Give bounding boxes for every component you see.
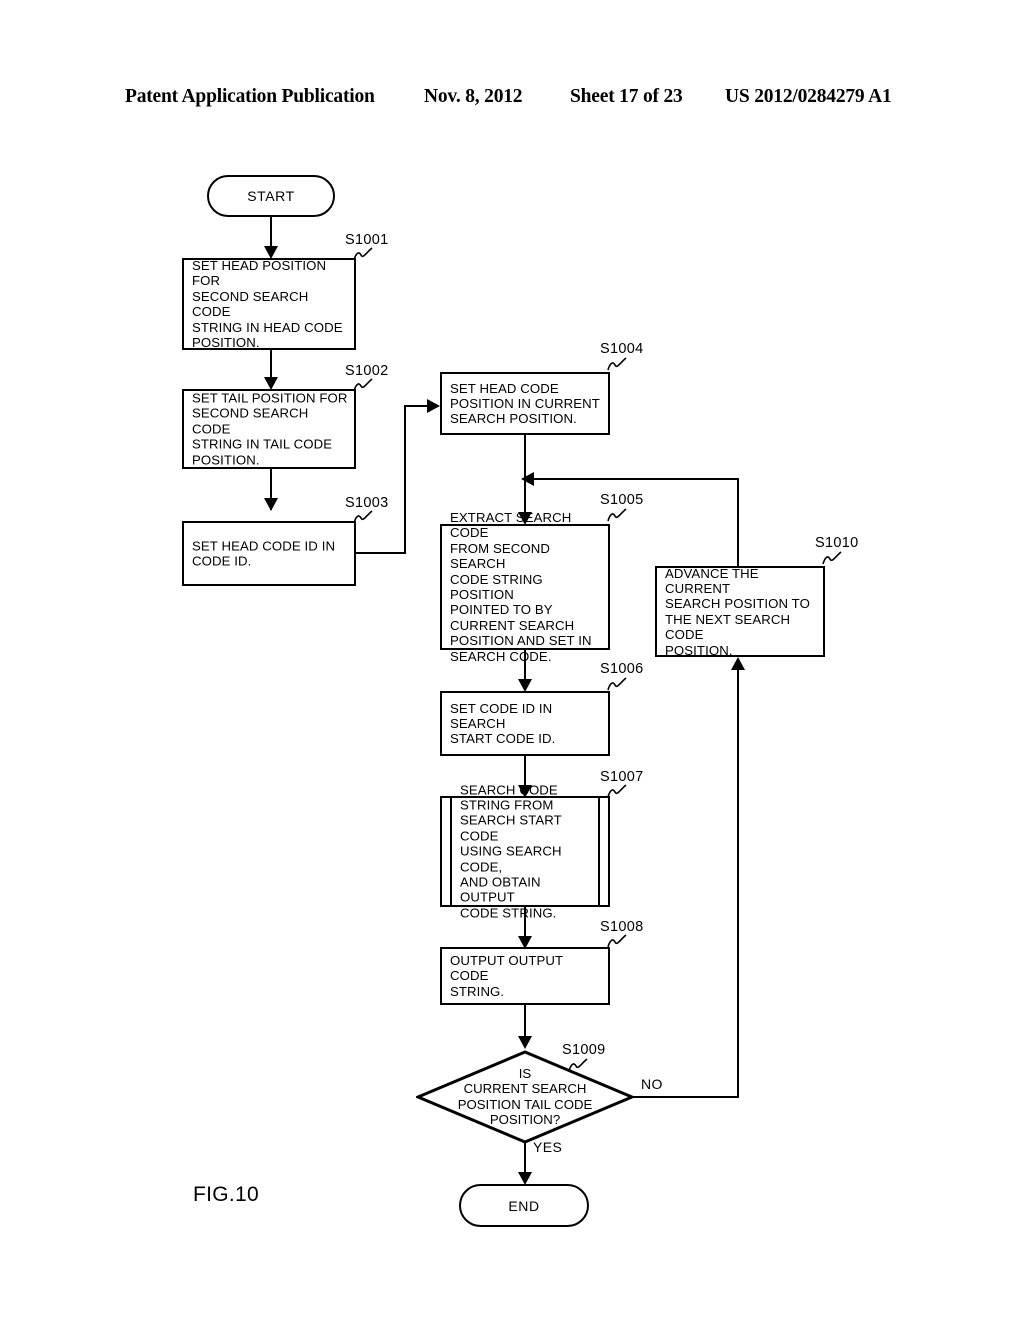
flow-step-s1004-text: SET HEAD CODE POSITION IN CURRENT SEARCH… [450,380,600,427]
flow-step-s1009-decision: IS CURRENT SEARCH POSITION TAIL CODE POS… [416,1050,634,1144]
flow-end-terminator: END [459,1184,589,1227]
step-label-s1004: S1004 [600,341,644,357]
arrowhead-s1008-to-s1009 [518,1036,532,1049]
step-label-s1001: S1001 [345,232,389,248]
flow-step-s1002-text: SET TAIL POSITION FOR SECOND SEARCH CODE… [192,390,348,468]
header-date: Nov. 8, 2012 [424,86,523,107]
step-label-s1009: S1009 [562,1042,606,1058]
flow-step-s1002-box: SET TAIL POSITION FOR SECOND SEARCH CODE… [182,389,356,469]
page-header: Patent Application Publication Nov. 8, 2… [0,86,1024,114]
flow-step-s1001-text: SET HEAD POSITION FOR SECOND SEARCH CODE… [192,257,343,350]
branch-label-no: NO [641,1076,663,1092]
connector-s1003-up-segment [404,405,407,554]
flow-step-s1005-text: EXTRACT SEARCH CODE FROM SECOND SEARCH C… [450,509,592,664]
connector-s1003-right-segment [355,552,406,555]
flow-step-s1009-text: IS CURRENT SEARCH POSITION TAIL CODE POS… [457,1066,593,1128]
flow-step-s1003-box: SET HEAD CODE ID IN CODE ID. [182,521,356,586]
header-pub-num: US 2012/0284279 A1 [725,86,892,107]
connector-loop-return-horizontal [534,478,739,481]
flow-step-s1010-text: ADVANCE THE CURRENT SEARCH POSITION TO T… [665,565,810,658]
flow-step-s1007-text: SEARCH CODE STRING FROM SEARCH START COD… [460,782,562,921]
connector-no-branch-horizontal [632,1096,739,1099]
step-leader-s1008-icon [607,934,627,948]
arrowhead-s1002-to-s1003 [264,498,278,511]
connector-loop-return-vertical [737,478,740,566]
step-leader-s1007-icon [607,784,627,798]
flow-step-s1001-box: SET HEAD POSITION FOR SECOND SEARCH CODE… [182,258,356,350]
step-label-s1008: S1008 [600,919,644,935]
flow-step-s1006-box: SET CODE ID IN SEARCH START CODE ID. [440,691,610,756]
step-label-s1007: S1007 [600,769,644,785]
step-label-s1010: S1010 [815,535,859,551]
step-label-s1005: S1005 [600,492,644,508]
flow-start-terminator: START [207,175,335,217]
arrowhead-s1003-to-s1004 [427,399,440,413]
flow-step-s1008-text: OUTPUT OUTPUT CODE STRING. [450,952,563,999]
step-leader-s1009-icon [568,1058,588,1072]
arrowhead-no-branch-to-s1010 [731,657,745,670]
step-leader-s1001-icon [353,247,373,261]
connector-no-branch-vertical [737,669,740,1098]
header-sheet: Sheet 17 of 23 [570,86,683,107]
header-title: Patent Application Publication [125,86,375,107]
figure-caption: FIG.10 [193,1183,259,1206]
step-label-s1003: S1003 [345,495,389,511]
step-leader-s1010-icon [822,551,842,565]
patent-figure-page: Patent Application Publication Nov. 8, 2… [0,0,1024,1320]
step-label-s1006: S1006 [600,661,644,677]
flow-step-s1010-box: ADVANCE THE CURRENT SEARCH POSITION TO T… [655,565,825,658]
arrowhead-loop-return [521,472,534,486]
flow-step-s1007-box: SEARCH CODE STRING FROM SEARCH START COD… [440,782,610,920]
flow-step-s1004-box: SET HEAD CODE POSITION IN CURRENT SEARCH… [440,372,610,435]
step-leader-s1002-icon [353,378,373,392]
step-leader-s1004-icon [607,357,627,371]
flow-step-s1003-text: SET HEAD CODE ID IN CODE ID. [192,538,336,569]
flow-step-s1006-text: SET CODE ID IN SEARCH START CODE ID. [450,700,556,747]
step-leader-s1005-icon [607,508,627,522]
step-leader-s1006-icon [607,677,627,691]
flow-step-s1005-box: EXTRACT SEARCH CODE FROM SECOND SEARCH C… [440,510,610,664]
step-leader-s1003-icon [353,510,373,524]
step-label-s1002: S1002 [345,363,389,379]
flow-step-s1008-box: OUTPUT OUTPUT CODE STRING. [440,947,610,1005]
